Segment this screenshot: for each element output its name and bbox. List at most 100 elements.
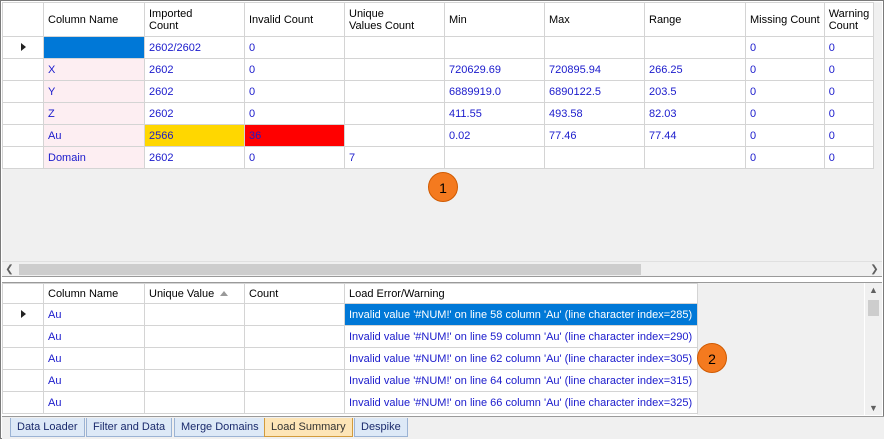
cell-count[interactable]: [244, 391, 345, 414]
vertical-scrollbar[interactable]: ▲ ▼: [865, 283, 882, 415]
cell-missing[interactable]: 0: [745, 36, 825, 59]
cell-range[interactable]: 82.03: [644, 102, 746, 125]
row-header[interactable]: [2, 36, 44, 59]
cell-invalid-error[interactable]: 36: [244, 124, 345, 147]
scroll-down-icon[interactable]: ▼: [865, 401, 882, 415]
cell-column-name[interactable]: Au: [43, 347, 145, 370]
cell-range[interactable]: 203.5: [644, 80, 746, 103]
scrollbar-thumb[interactable]: [868, 300, 879, 316]
row-header[interactable]: [2, 58, 44, 81]
cell-count[interactable]: [244, 325, 345, 348]
cell-imported[interactable]: 2602: [144, 102, 245, 125]
cell-column-name[interactable]: Au: [43, 325, 145, 348]
cell-count[interactable]: [244, 303, 345, 326]
row-header[interactable]: [2, 347, 44, 370]
column-summary-grid[interactable]: Column Name Imported Count Invalid Count …: [2, 2, 882, 277]
cell-max[interactable]: [544, 146, 645, 169]
row-header[interactable]: [2, 325, 44, 348]
cell-invalid[interactable]: 0: [244, 80, 345, 103]
cell-message[interactable]: Invalid value '#NUM!' on line 62 column …: [344, 347, 698, 370]
tab-filter-and-data[interactable]: Filter and Data: [86, 418, 173, 437]
row-header[interactable]: [2, 80, 44, 103]
cell-column-name[interactable]: X: [43, 58, 145, 81]
cell-missing[interactable]: 0: [745, 124, 825, 147]
horizontal-scrollbar[interactable]: ❮ ❯: [2, 261, 882, 276]
row-header[interactable]: [2, 303, 44, 326]
row-header[interactable]: [2, 369, 44, 392]
cell-column-name[interactable]: Au: [43, 303, 145, 326]
cell-min[interactable]: [444, 36, 545, 59]
header-min[interactable]: Min: [444, 2, 545, 37]
header-missing-count[interactable]: Missing Count: [745, 2, 825, 37]
cell-warning[interactable]: 0: [823, 102, 875, 125]
cell-invalid[interactable]: 0: [244, 146, 345, 169]
cell-missing[interactable]: 0: [745, 146, 825, 169]
cell-min[interactable]: 6889919.0: [444, 80, 545, 103]
cell-imported[interactable]: 2602: [144, 58, 245, 81]
table-row[interactable]: Y 2602 0 6889919.0 6890122.5 203.5 0 0: [2, 80, 875, 103]
header-max[interactable]: Max: [544, 2, 645, 37]
cell-min[interactable]: 0.02: [444, 124, 545, 147]
cell-unique[interactable]: 7: [344, 146, 445, 169]
header-column-name[interactable]: Column Name: [43, 2, 145, 37]
cell-column-name[interactable]: Au: [43, 124, 145, 147]
table-row[interactable]: Au Invalid value '#NUM!' on line 64 colu…: [2, 369, 698, 392]
cell-unique[interactable]: [344, 58, 445, 81]
cell-invalid[interactable]: 0: [244, 36, 345, 59]
tab-data-loader[interactable]: Data Loader: [10, 418, 85, 437]
cell-max[interactable]: [544, 36, 645, 59]
cell-unique[interactable]: [344, 80, 445, 103]
cell-max[interactable]: 720895.94: [544, 58, 645, 81]
table-row[interactable]: Domain 2602 0 7 0 0: [2, 146, 875, 169]
cell-message[interactable]: Invalid value '#NUM!' on line 59 column …: [344, 325, 698, 348]
cell-warning[interactable]: 0: [823, 58, 875, 81]
cell-unique[interactable]: [344, 36, 445, 59]
row-header[interactable]: [2, 146, 44, 169]
cell-unique-value[interactable]: [144, 325, 245, 348]
row-header[interactable]: [2, 102, 44, 125]
cell-column-name[interactable]: Y: [43, 80, 145, 103]
cell-max[interactable]: 6890122.5: [544, 80, 645, 103]
table-row[interactable]: Au Invalid value '#NUM!' on line 59 colu…: [2, 325, 698, 348]
cell-column-name[interactable]: [43, 36, 145, 59]
header-unique-value[interactable]: Unique Value: [144, 283, 245, 304]
cell-unique-value[interactable]: [144, 347, 245, 370]
table-row[interactable]: Au Invalid value '#NUM!' on line 58 colu…: [2, 303, 698, 326]
cell-imported-warning[interactable]: 2566: [144, 124, 245, 147]
scroll-right-icon[interactable]: ❯: [867, 262, 882, 276]
header-invalid-count[interactable]: Invalid Count: [244, 2, 345, 37]
tab-load-summary[interactable]: Load Summary: [264, 418, 353, 437]
table-row[interactable]: Au Invalid value '#NUM!' on line 62 colu…: [2, 347, 698, 370]
cell-range[interactable]: 77.44: [644, 124, 746, 147]
cell-invalid[interactable]: 0: [244, 102, 345, 125]
cell-warning[interactable]: 0: [823, 36, 875, 59]
cell-column-name[interactable]: Au: [43, 391, 145, 414]
cell-column-name[interactable]: Au: [43, 369, 145, 392]
cell-imported[interactable]: 2602/2602: [144, 36, 245, 59]
header-imported-count[interactable]: Imported Count: [144, 2, 245, 37]
cell-imported[interactable]: 2602: [144, 146, 245, 169]
cell-warning[interactable]: 0: [823, 80, 875, 103]
header-warning-count[interactable]: Warning Count: [823, 2, 875, 37]
cell-column-name[interactable]: Z: [43, 102, 145, 125]
cell-imported[interactable]: 2602: [144, 80, 245, 103]
load-errors-grid[interactable]: Column Name Unique Value Count Load Erro…: [2, 282, 882, 415]
table-row[interactable]: X 2602 0 720629.69 720895.94 266.25 0 0: [2, 58, 875, 81]
scrollbar-thumb[interactable]: [19, 264, 641, 275]
cell-message[interactable]: Invalid value '#NUM!' on line 66 column …: [344, 391, 698, 414]
cell-unique[interactable]: [344, 124, 445, 147]
cell-unique-value[interactable]: [144, 369, 245, 392]
table-row[interactable]: Au 2566 36 0.02 77.46 77.44 0 0: [2, 124, 875, 147]
cell-message[interactable]: Invalid value '#NUM!' on line 58 column …: [344, 303, 698, 326]
row-header[interactable]: [2, 391, 44, 414]
scroll-left-icon[interactable]: ❮: [2, 262, 17, 276]
header-count[interactable]: Count: [244, 283, 345, 304]
cell-min[interactable]: 411.55: [444, 102, 545, 125]
row-header[interactable]: [2, 124, 44, 147]
cell-column-name[interactable]: Domain: [43, 146, 145, 169]
cell-max[interactable]: 77.46: [544, 124, 645, 147]
cell-missing[interactable]: 0: [745, 102, 825, 125]
cell-range[interactable]: [644, 146, 746, 169]
header-column-name[interactable]: Column Name: [43, 283, 145, 304]
header-range[interactable]: Range: [644, 2, 746, 37]
